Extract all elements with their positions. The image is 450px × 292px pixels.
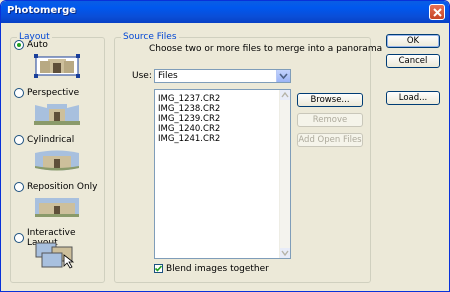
file-list[interactable]: IMG_1237.CR2 IMG_1238.CR2 IMG_1239.CR2 I…	[154, 89, 291, 259]
cylindrical-thumbnail	[35, 150, 79, 171]
dropdown-button[interactable]	[276, 70, 290, 82]
file-list-item[interactable]: IMG_1241.CR2	[158, 134, 220, 144]
scroll-up-arrow[interactable]	[280, 90, 290, 100]
radio-reposition-only[interactable]: Reposition Only	[14, 182, 98, 192]
source-legend: Source Files	[121, 32, 179, 42]
ok-button[interactable]: OK	[386, 34, 440, 48]
use-label: Use:	[132, 71, 152, 81]
reposition-thumbnail	[35, 198, 79, 217]
radio-perspective[interactable]: Perspective	[14, 88, 79, 98]
blend-images-label: Blend images together	[166, 264, 269, 274]
chevron-down-icon	[281, 250, 289, 257]
blend-images-checkbox[interactable]	[154, 264, 163, 273]
radio-cylindrical[interactable]: Cylindrical	[14, 135, 74, 145]
use-select[interactable]: Files	[154, 69, 291, 83]
use-select-value: Files	[158, 71, 178, 81]
radio-label: Auto	[27, 40, 48, 50]
radio-button[interactable]	[14, 88, 24, 98]
radio-label: Cylindrical	[27, 135, 75, 145]
file-list-item[interactable]: IMG_1237.CR2	[158, 94, 220, 104]
remove-button[interactable]: Remove	[297, 113, 363, 127]
auto-layout-thumbnail	[34, 54, 80, 78]
photomerge-dialog: Photomerge Layout Auto Perspective Cylin…	[0, 0, 450, 292]
file-list-item[interactable]: IMG_1240.CR2	[158, 124, 220, 134]
layout-group: Layout Auto Perspective Cylindrical Repo…	[10, 32, 105, 283]
cancel-button[interactable]: Cancel	[386, 54, 440, 68]
scroll-down-arrow[interactable]	[280, 248, 290, 258]
file-list-item[interactable]: IMG_1238.CR2	[158, 104, 220, 114]
check-icon	[154, 265, 163, 272]
browse-button[interactable]: Browse...	[297, 93, 363, 107]
close-icon	[433, 8, 442, 17]
chevron-down-icon	[279, 73, 288, 80]
radio-button[interactable]	[14, 182, 24, 192]
close-button[interactable]	[429, 4, 445, 20]
interactive-layout-thumbnail	[35, 242, 75, 269]
dialog-title: Photomerge	[7, 5, 77, 16]
add-open-files-button[interactable]: Add Open Files	[297, 133, 363, 147]
vertical-scrollbar[interactable]	[279, 90, 290, 258]
radio-auto[interactable]: Auto	[14, 40, 48, 50]
instruction-text: Choose two or more files to merge into a…	[149, 44, 383, 54]
radio-label: Reposition Only	[27, 182, 98, 192]
title-bar[interactable]: Photomerge	[1, 1, 449, 23]
radio-button[interactable]	[14, 40, 24, 50]
radio-button[interactable]	[14, 233, 24, 243]
perspective-thumbnail	[34, 104, 80, 125]
load-button[interactable]: Load...	[386, 91, 440, 105]
radio-button[interactable]	[14, 135, 24, 145]
file-list-item[interactable]: IMG_1239.CR2	[158, 114, 220, 124]
radio-label: Perspective	[27, 88, 80, 98]
chevron-up-icon	[281, 91, 289, 98]
